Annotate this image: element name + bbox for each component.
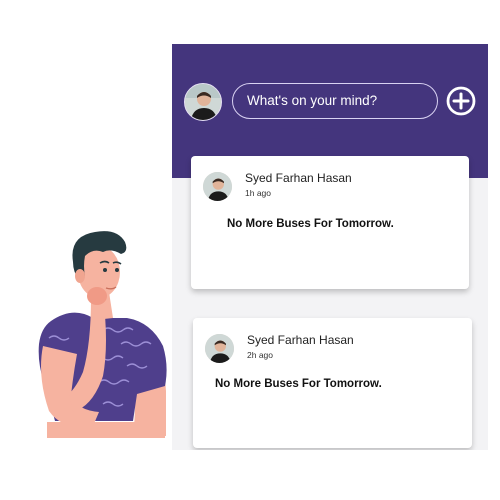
post-card[interactable]: Syed Farhan Hasan 2h ago No More Buses F… [193,318,472,448]
author-name[interactable]: Syed Farhan Hasan [247,333,354,347]
phone-screen: What's on your mind? Syed Farhan Hasan 1… [172,44,488,450]
user-avatar[interactable] [184,83,222,121]
author-avatar[interactable] [205,334,234,363]
post-text: No More Buses For Tomorrow. [227,218,394,230]
thinking-man-illustration [38,231,167,438]
post-text: No More Buses For Tomorrow. [215,378,382,390]
whats-on-your-mind-input[interactable]: What's on your mind? [232,83,438,119]
post-timestamp: 1h ago [245,188,271,198]
author-name[interactable]: Syed Farhan Hasan [245,171,352,185]
author-avatar[interactable] [203,172,232,201]
post-timestamp: 2h ago [247,350,273,360]
plus-circle-icon[interactable] [446,86,476,116]
post-card[interactable]: Syed Farhan Hasan 1h ago No More Buses F… [191,156,469,289]
